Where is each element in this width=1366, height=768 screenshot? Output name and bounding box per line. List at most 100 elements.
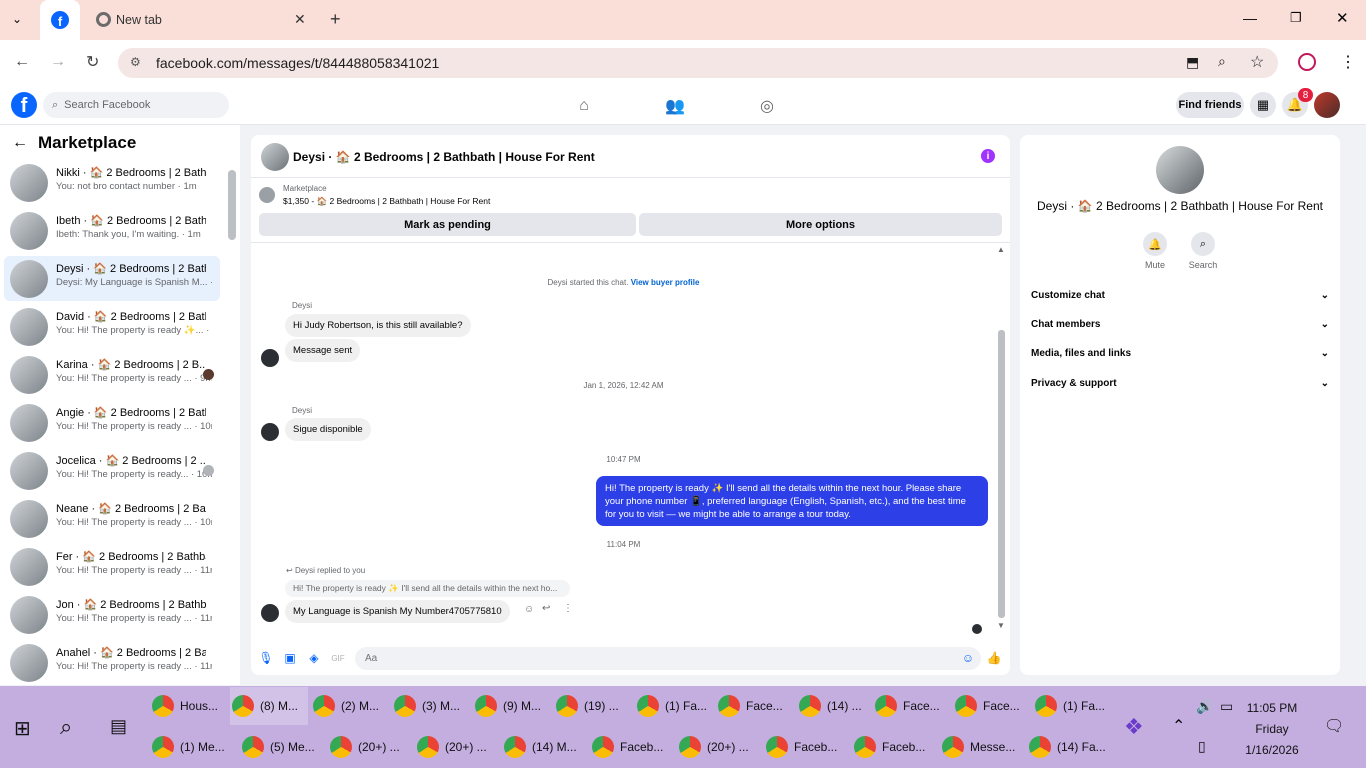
conversation-item[interactable]: Jon · 🏠 2 Bedrooms | 2 Bathba... You: Hi!… xyxy=(4,592,220,637)
minimize-icon[interactable]: — xyxy=(1243,10,1257,26)
conversation-item[interactable]: Ibeth · 🏠 2 Bedrooms | 2 Bath... Ibeth: T… xyxy=(4,208,220,253)
emoji-icon[interactable]: ☺ xyxy=(961,651,975,665)
back-arrow-icon[interactable]: ← xyxy=(14,53,30,71)
taskbar-window-button[interactable]: Face... xyxy=(716,687,794,725)
customize-chat-section[interactable]: Customize chat ⌄ xyxy=(1031,290,1329,301)
conversation-item[interactable]: Anahel · 🏠 2 Bedrooms | 2 Bat... You: Hi!… xyxy=(4,640,220,685)
taskbar-window-button[interactable]: Face... xyxy=(953,687,1031,725)
scroll-down-arrow-icon[interactable]: ▼ xyxy=(997,621,1005,630)
taskbar-window-button[interactable]: Messe... xyxy=(940,728,1025,766)
conversation-list-scrollbar[interactable] xyxy=(228,170,236,240)
mark-as-pending-button[interactable]: Mark as pending xyxy=(259,213,636,236)
sender-avatar[interactable] xyxy=(261,604,279,622)
chat-avatar[interactable] xyxy=(261,143,289,171)
outgoing-message[interactable]: Hi! The property is ready ✨ I'll send al… xyxy=(596,476,988,526)
sticker-icon[interactable]: ◈ xyxy=(307,651,321,665)
back-arrow-icon[interactable]: ← xyxy=(12,134,28,152)
reload-icon[interactable]: ↻ xyxy=(86,52,99,72)
taskbar-window-button[interactable]: (20+) ... xyxy=(328,728,413,766)
taskbar-window-button[interactable]: Faceb... xyxy=(852,728,937,766)
incoming-message[interactable]: Hi Judy Robertson, is this still availab… xyxy=(285,314,471,337)
taskbar-window-button[interactable]: (8) M... xyxy=(230,687,308,725)
taskbar-window-button[interactable]: (1) Fa... xyxy=(635,687,713,725)
sender-avatar[interactable] xyxy=(261,349,279,367)
message-more-icon[interactable]: ⋮ xyxy=(563,603,573,614)
task-view-icon[interactable]: ▤ xyxy=(110,716,127,737)
privacy-support-section[interactable]: Privacy & support ⌄ xyxy=(1031,378,1329,389)
taskbar-window-button[interactable]: Face... xyxy=(873,687,951,725)
new-tab-plus-icon[interactable]: + xyxy=(330,9,341,30)
taskbar-window-button[interactable]: Faceb... xyxy=(764,728,849,766)
taskbar-window-button[interactable]: (20+) ... xyxy=(677,728,762,766)
message-thread-scrollbar[interactable] xyxy=(998,330,1005,618)
react-emoji-icon[interactable]: ☺ xyxy=(524,604,534,615)
tab-facebook[interactable]: f xyxy=(40,0,80,40)
install-app-icon[interactable]: ⬒ xyxy=(1186,54,1199,71)
gif-icon[interactable]: GIF xyxy=(331,651,345,665)
restore-icon[interactable]: ❐ xyxy=(1290,10,1302,26)
mute-button[interactable]: 🔔 Mute xyxy=(1135,232,1175,270)
chat-members-section[interactable]: Chat members ⌄ xyxy=(1031,319,1329,330)
taskbar-window-button[interactable]: (20+) ... xyxy=(415,728,500,766)
conversation-item[interactable]: Neane · 🏠 2 Bedrooms | 2 Bat... You: Hi! … xyxy=(4,496,220,541)
media-files-links-section[interactable]: Media, files and links ⌄ xyxy=(1031,348,1329,359)
incoming-message[interactable]: My Language is Spanish My Number47057758… xyxy=(285,600,510,623)
taskbar-window-button[interactable]: (9) M... xyxy=(473,687,551,725)
conversation-item[interactable]: Nikki · 🏠 2 Bedrooms | 2 Bath... You: not… xyxy=(4,160,220,205)
taskbar-window-button[interactable]: (14) M... xyxy=(502,728,587,766)
tab-list-dropdown-icon[interactable]: ⌄ xyxy=(12,12,22,26)
taskbar-window-button[interactable]: (14) Fa... xyxy=(1027,728,1112,766)
scroll-up-arrow-icon[interactable]: ▲ xyxy=(997,245,1005,254)
taskbar-window-button[interactable]: (1) Me... xyxy=(150,728,235,766)
address-bar[interactable]: ⚙ facebook.com/messages/t/84448805834102… xyxy=(118,48,1278,78)
view-buyer-profile-link[interactable]: View buyer profile xyxy=(631,278,700,287)
groups-icon[interactable]: ◎ xyxy=(757,96,777,116)
incoming-message[interactable]: Sigue disponible xyxy=(285,418,371,441)
tab-new-tab[interactable]: New tab ✕ xyxy=(84,0,320,40)
close-window-icon[interactable]: ✕ xyxy=(1336,9,1349,27)
conversation-info-icon[interactable]: i xyxy=(981,149,995,163)
notification-center-icon[interactable]: 🗨 xyxy=(1324,716,1344,736)
listing-price-title[interactable]: $1,350 - 🏠 2 Bedrooms | 2 Bathbath | Hou… xyxy=(283,196,490,207)
home-icon[interactable]: ⌂ xyxy=(574,96,594,116)
conversation-item-active[interactable]: Deysi · 🏠 2 Bedrooms | 2 Bath... Deysi: M… xyxy=(4,256,220,301)
friends-icon[interactable]: 👥 xyxy=(665,96,685,116)
conversation-item[interactable]: Fer · 🏠 2 Bedrooms | 2 Bathba... You: Hi!… xyxy=(4,544,220,589)
tablet-mode-icon[interactable]: ▯ xyxy=(1198,738,1206,755)
taskbar-window-button[interactable]: (5) Me... xyxy=(240,728,325,766)
sender-avatar[interactable] xyxy=(261,423,279,441)
profile-icon[interactable] xyxy=(1298,53,1316,71)
conversation-avatar[interactable] xyxy=(1156,146,1204,194)
account-avatar[interactable] xyxy=(1314,92,1340,118)
site-info-icon[interactable]: ⚙ xyxy=(130,55,141,69)
find-friends-button[interactable]: Find friends xyxy=(1176,92,1244,118)
listing-thumbnail[interactable] xyxy=(259,187,275,203)
taskbar-window-button[interactable]: (2) M... xyxy=(311,687,389,725)
bookmark-star-icon[interactable]: ☆ xyxy=(1250,52,1264,72)
quoted-message[interactable]: Hi! The property is ready ✨ I'll send al… xyxy=(285,580,570,597)
system-clock[interactable]: 11:05 PM Friday 1/16/2026 xyxy=(1236,698,1308,761)
menu-kebab-icon[interactable]: ⋮ xyxy=(1340,52,1356,72)
battery-icon[interactable]: ▭ xyxy=(1220,698,1233,715)
windows-start-icon[interactable]: ⊞ xyxy=(14,716,31,741)
conversation-item[interactable]: David · 🏠 2 Bedrooms | 2 Bath... You: Hi!… xyxy=(4,304,220,349)
search-button[interactable]: ⌕ Search xyxy=(1183,232,1223,270)
facebook-logo-icon[interactable]: f xyxy=(11,92,37,118)
app-tray-icon[interactable]: ❖ xyxy=(1124,714,1144,740)
photo-attach-icon[interactable]: ▣ xyxy=(283,651,297,665)
forward-arrow-icon[interactable]: → xyxy=(50,53,66,71)
more-options-button[interactable]: More options xyxy=(639,213,1002,236)
show-hidden-icons-chevron-icon[interactable]: ⌃ xyxy=(1172,716,1185,736)
menu-grid-icon[interactable]: ▦ xyxy=(1250,92,1276,118)
microphone-icon[interactable]: 🎙 xyxy=(258,651,273,665)
taskbar-window-button[interactable]: (1) Fa... xyxy=(1033,687,1111,725)
taskbar-window-button[interactable]: (14) ... xyxy=(797,687,875,725)
chat-title[interactable]: Deysi · 🏠 2 Bedrooms | 2 Bathbath | Hous… xyxy=(293,150,595,164)
search-taskbar-icon[interactable]: ⌕ xyxy=(60,714,72,740)
message-input[interactable] xyxy=(355,647,981,670)
taskbar-window-button[interactable]: Faceb... xyxy=(590,728,675,766)
incoming-message[interactable]: Message sent xyxy=(285,339,361,362)
taskbar-window-button[interactable]: (19) ... xyxy=(554,687,632,725)
taskbar-window-button[interactable]: (3) M... xyxy=(392,687,470,725)
volume-icon[interactable]: 🔊 xyxy=(1196,698,1213,715)
